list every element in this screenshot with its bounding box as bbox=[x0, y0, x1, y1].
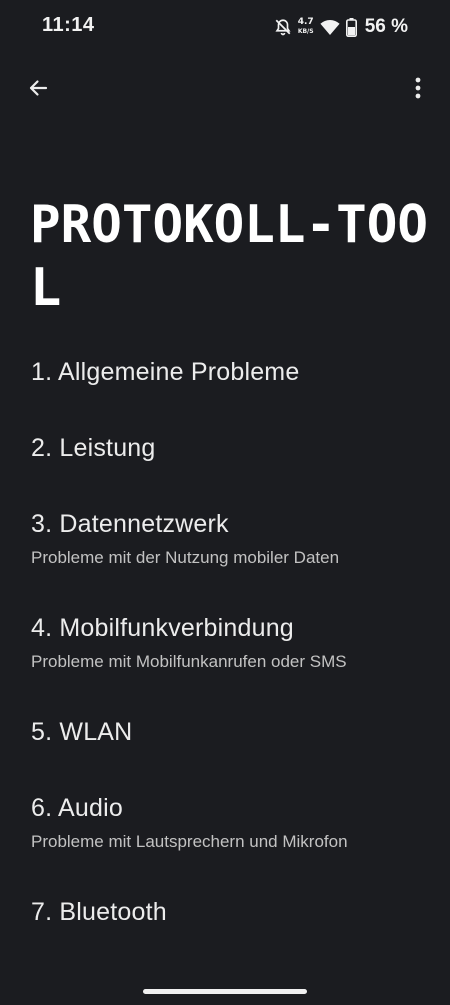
page-title: PROTOKOLL-TOO L bbox=[30, 195, 430, 318]
status-time: 11:14 bbox=[42, 14, 95, 36]
menu-item-label: 1. Allgemeine Probleme bbox=[31, 358, 300, 386]
home-indicator[interactable] bbox=[143, 989, 307, 994]
menu-item-data-network[interactable]: 3. Datennetzwerk Probleme mit der Nutzun… bbox=[0, 492, 450, 582]
menu-item-label: 2. Leistung bbox=[31, 434, 156, 462]
page-title-line-1: PROTOKOLL-TOO bbox=[30, 195, 428, 255]
arrow-back-icon bbox=[26, 76, 50, 105]
battery-icon bbox=[345, 17, 357, 37]
menu-item-subtitle: Probleme mit der Nutzung mobiler Daten bbox=[31, 548, 340, 567]
page-title-graphic: PROTOKOLL-TOO L bbox=[30, 195, 428, 318]
menu-item-general-problems[interactable]: 1. Allgemeine Probleme bbox=[0, 340, 450, 410]
menu-item-subtitle: Probleme mit Mobilfunkanrufen oder SMS bbox=[31, 652, 347, 671]
net-speed-value: 4.7 bbox=[297, 17, 314, 27]
net-speed: 4.7 KB/S bbox=[298, 18, 314, 36]
wifi-icon bbox=[320, 19, 340, 36]
more-options-button[interactable] bbox=[402, 70, 434, 110]
menu-item-audio[interactable]: 6. Audio Probleme mit Lautsprechern und … bbox=[0, 776, 450, 866]
battery-percent: 56 % bbox=[364, 16, 408, 37]
menu-item-mobile-connection[interactable]: 4. Mobilfunkverbindung Probleme mit Mobi… bbox=[0, 596, 450, 686]
status-icons: 4.7 KB/S 56 % bbox=[274, 14, 408, 40]
menu-item-wlan[interactable]: 5. WLAN bbox=[0, 700, 450, 770]
mute-icon bbox=[274, 18, 292, 36]
menu-item-label: 6. Audio bbox=[31, 794, 123, 822]
back-button[interactable] bbox=[18, 70, 58, 110]
menu-item-label: 3. Datennetzwerk bbox=[31, 510, 229, 538]
menu-item-label: 5. WLAN bbox=[31, 718, 133, 746]
page-title-line-2: L bbox=[30, 258, 61, 318]
menu-item-label: 7. Bluetooth bbox=[31, 898, 167, 926]
menu-item-performance[interactable]: 2. Leistung bbox=[0, 416, 450, 486]
menu-item-bluetooth[interactable]: 7. Bluetooth bbox=[0, 880, 450, 950]
menu-item-label: 4. Mobilfunkverbindung bbox=[31, 614, 294, 642]
status-bar: 11:14 4.7 KB/S 56 % bbox=[0, 0, 450, 54]
net-speed-unit: KB/S bbox=[297, 28, 314, 35]
menu-item-subtitle: Probleme mit Lautsprechern und Mikrofon bbox=[31, 832, 348, 851]
more-vert-icon bbox=[415, 77, 421, 104]
toolbar bbox=[0, 60, 450, 116]
